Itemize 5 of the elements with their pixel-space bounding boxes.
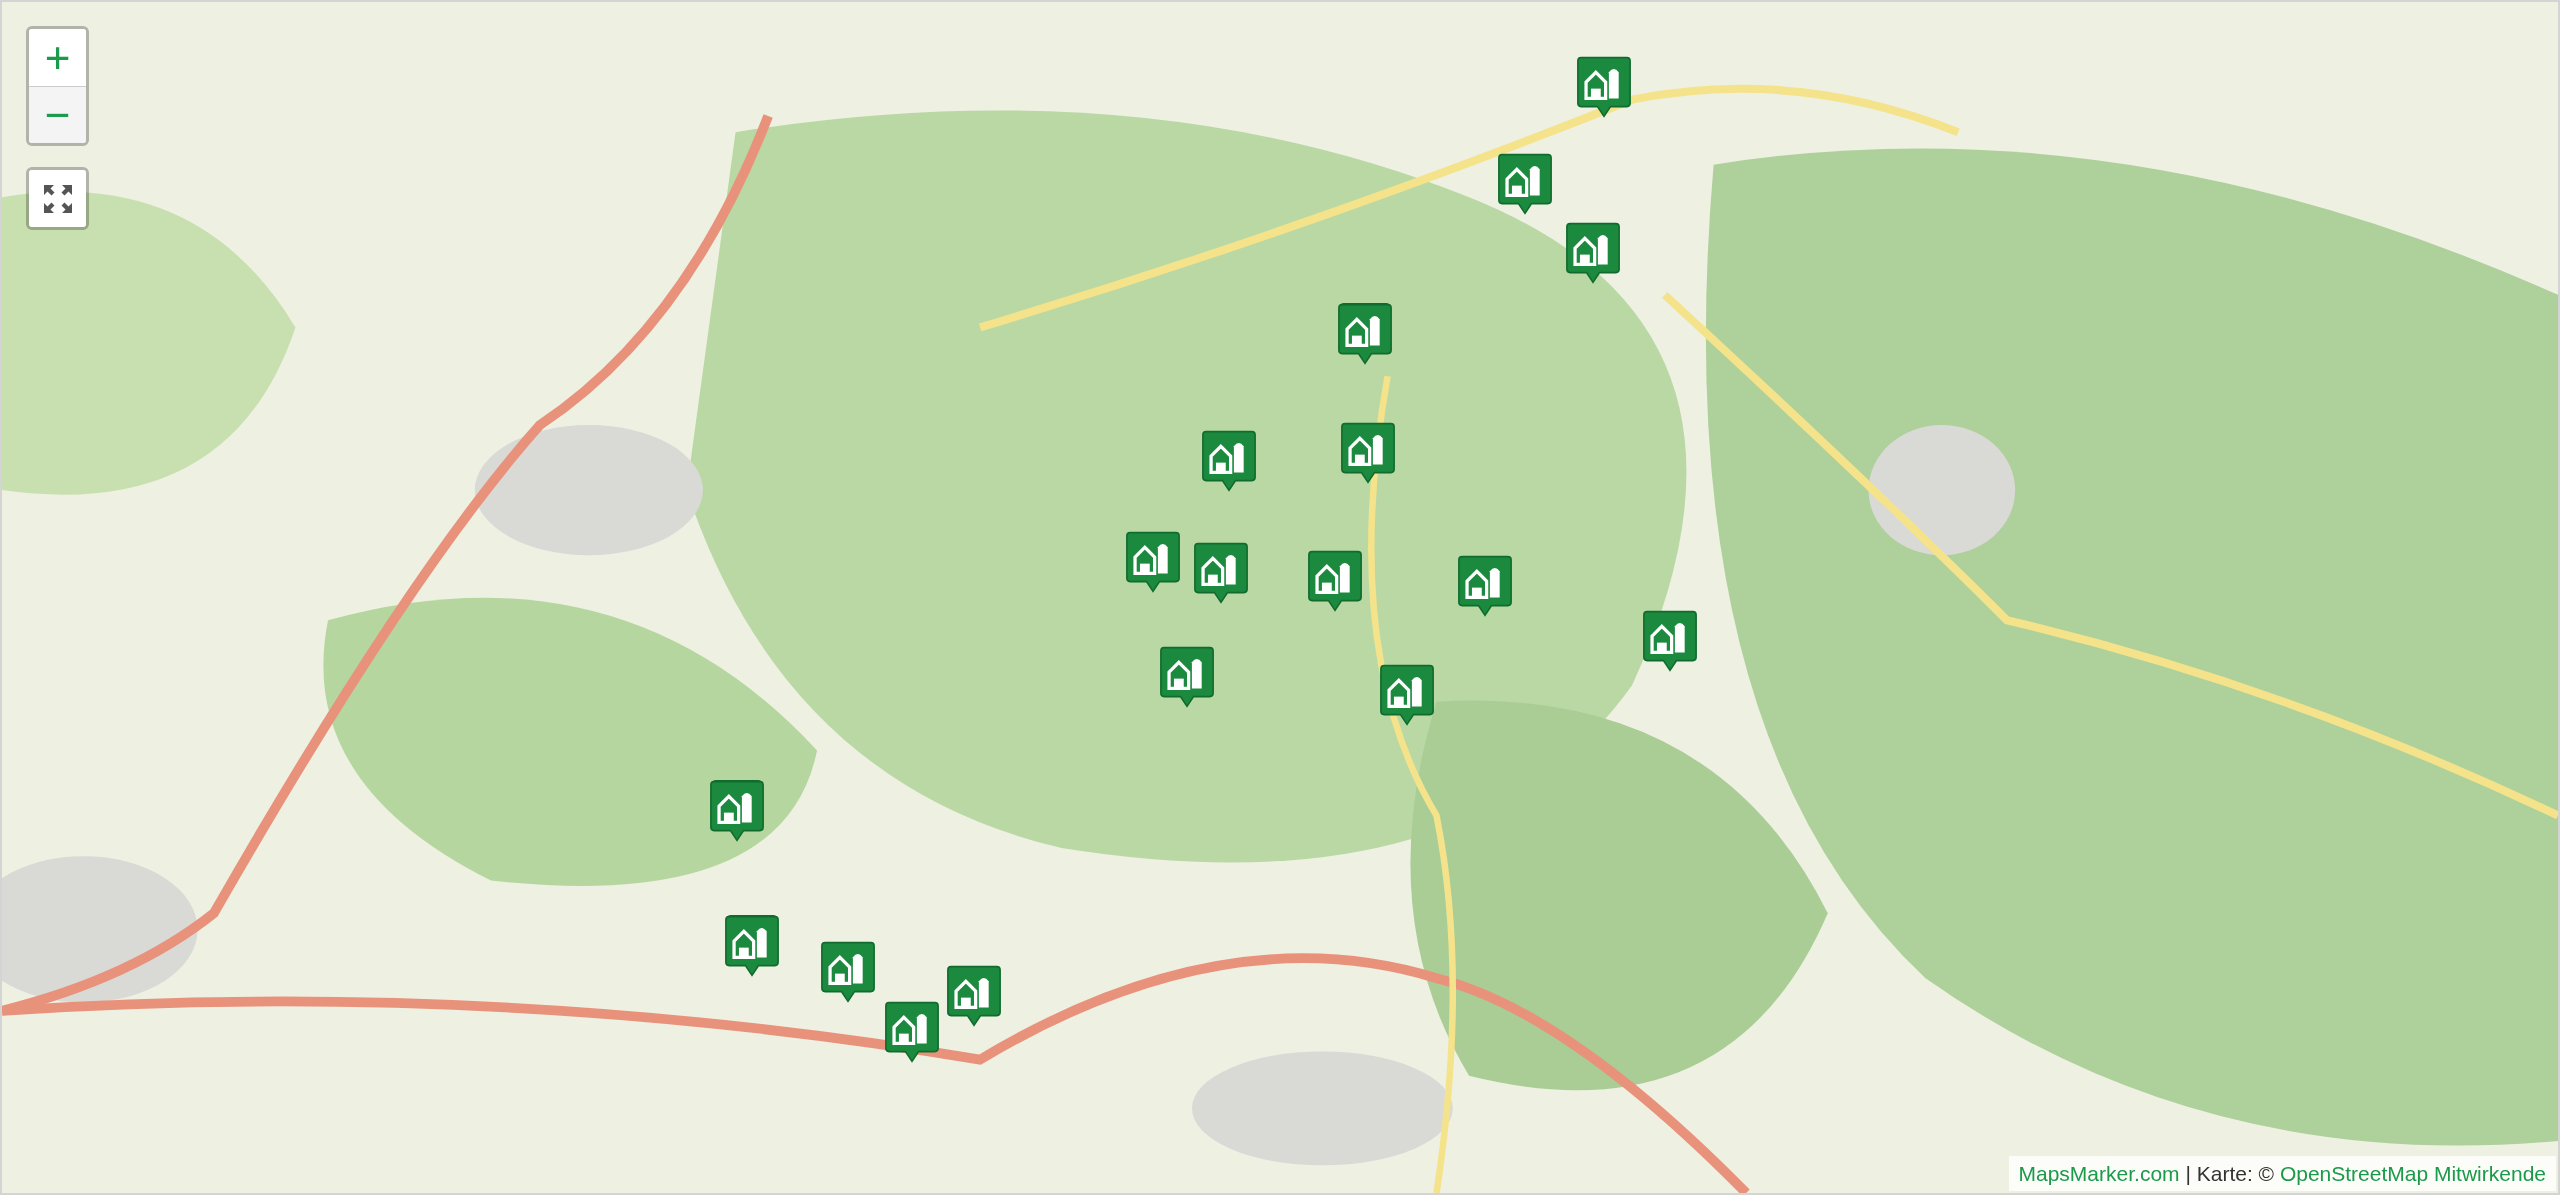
attribution-link[interactable]: OpenStreetMap Mitwirkende	[2279, 1161, 2546, 1185]
zoom-out-button[interactable]: −	[29, 86, 86, 143]
zoom-in-button[interactable]: +	[29, 29, 86, 86]
attribution-text: MapsMarker.com | Karte: © OpenStreetMap Mitwirkende	[2008, 1155, 2556, 1191]
attribution-link[interactable]: MapsMarker.com	[2018, 1161, 2180, 1185]
